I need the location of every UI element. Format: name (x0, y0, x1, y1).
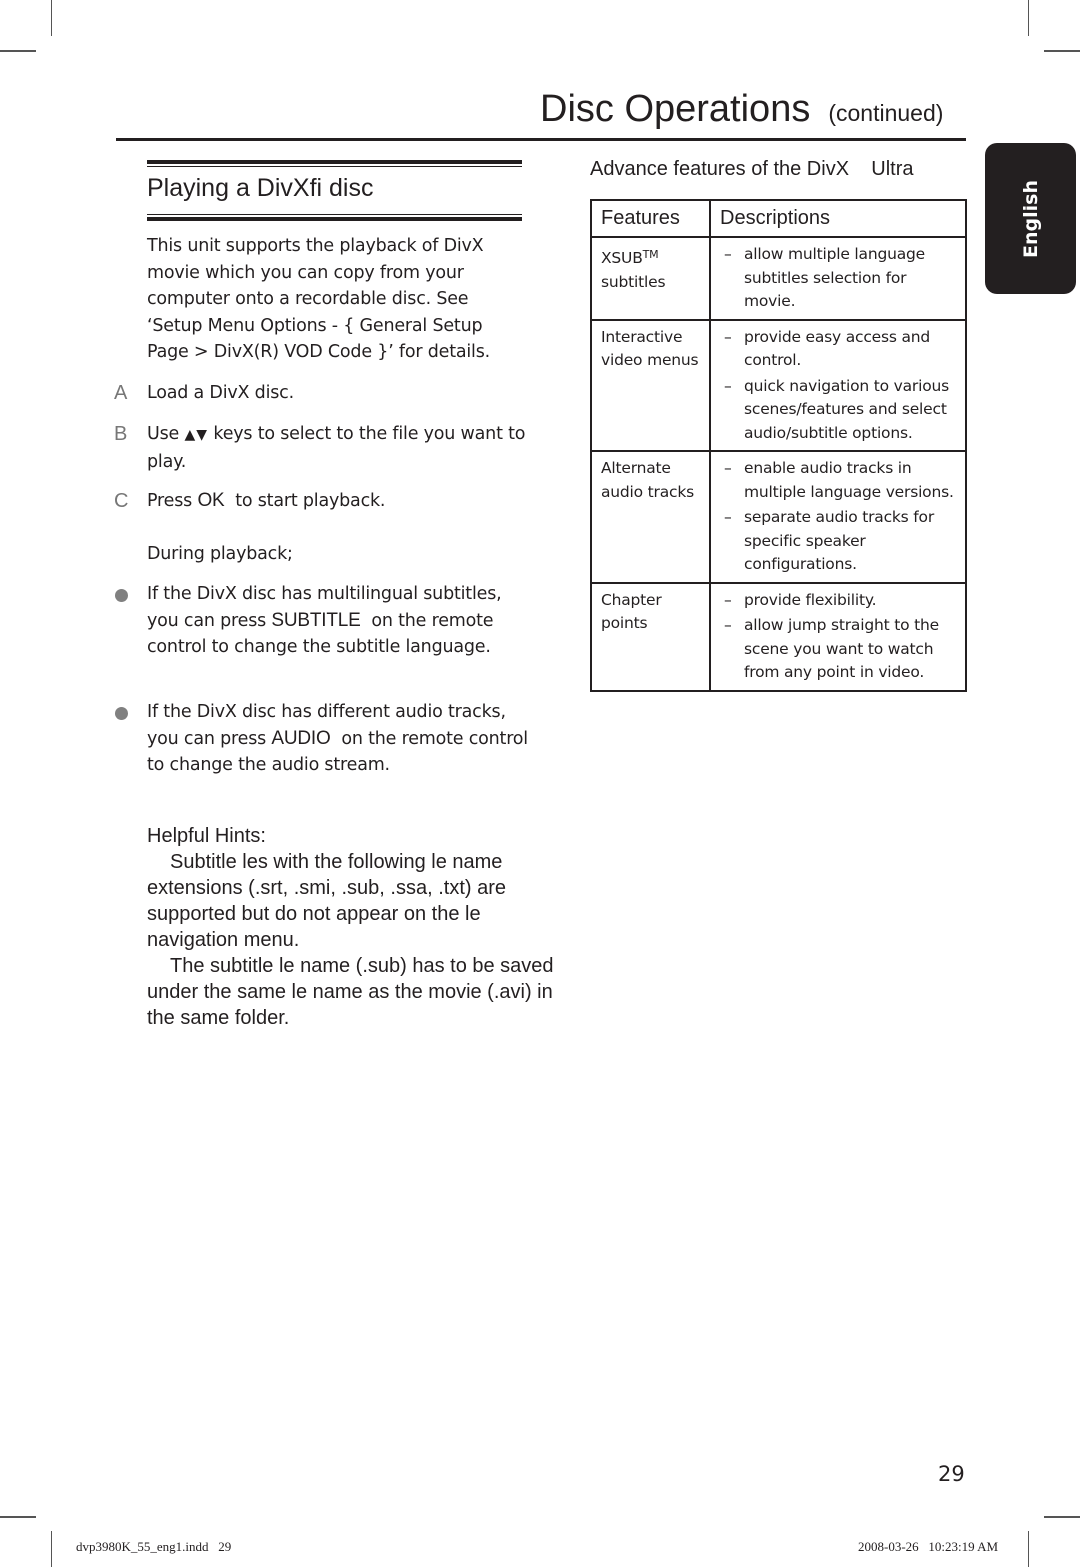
header-features: Features (590, 199, 711, 238)
table-row: Alternate audio tracks – enable audio tra… (590, 450, 967, 584)
step-marker: C (114, 490, 129, 512)
step-text: Load a DivX disc. (147, 383, 294, 403)
step-text: Use ▲▼ keys to select to the file you wa… (147, 421, 534, 475)
table-header-row: Features Descriptions (590, 199, 967, 238)
description-item: – separate audio tracks for specific spea… (720, 506, 961, 577)
step-c: C Press OK to start playback. (114, 488, 534, 515)
bullet-audio: If the DivX disc has different audio tra… (114, 699, 534, 779)
description-item: – allow jump straight to the scene you wa… (720, 614, 961, 685)
step-b: B Use ▲▼ keys to select to the file you … (114, 421, 534, 475)
description-cell: – provide flexibility. – allow jump straig… (709, 581, 967, 692)
step-text: Press OK to start playback. (147, 488, 534, 515)
hint-text: Subtitle les with the following le name … (147, 851, 506, 951)
dash-icon: – (724, 327, 732, 346)
description-item: – provide flexibility. (720, 589, 961, 613)
table-row: XSUBTM subtitles – allow multiple language… (590, 236, 967, 321)
hint-text: The subtitle le name (.sub) has to be sa… (147, 955, 554, 1029)
dash-icon: – (724, 616, 732, 634)
key-audio: AUDIO (271, 727, 331, 749)
description-cell: – enable audio tracks in multiple languag… (709, 450, 967, 584)
description-item: – provide easy access and control. (720, 326, 961, 373)
helpful-hints: Helpful Hints: Subtitle les with the fol… (147, 823, 557, 1031)
key-subtitle: SUBTITLE (271, 609, 361, 631)
description-text: separate audio tracks for specific speak… (744, 508, 934, 573)
description-item: – allow multiple language subtitles selec… (720, 243, 961, 314)
dash-icon: – (724, 459, 732, 477)
page-title-text: Disc Operations (540, 88, 811, 130)
feature-name-line2: subtitles (601, 272, 666, 291)
description-text: provide easy access and control. (744, 327, 931, 370)
step-text-post: to start playback. (235, 491, 386, 511)
description-text: quick navigation to various scenes/featu… (744, 376, 949, 442)
table-row: Chapter points – provide flexibility. – al… (590, 581, 967, 692)
bullet-subtitle: If the DivX disc has multilingual subtit… (114, 581, 534, 661)
page-number: 29 (938, 1462, 965, 1486)
features-table: Features Descriptions XSUBTM subtitles – a… (590, 199, 967, 692)
crop-mark (1028, 1531, 1029, 1567)
crop-mark (1028, 0, 1029, 36)
during-playback-label: During playback; (147, 544, 293, 564)
hint-item: Subtitle les with the following le name … (147, 849, 557, 953)
section-rule-top (147, 160, 522, 169)
dash-icon: – (724, 508, 732, 526)
description-cell: – allow multiple language subtitles selec… (709, 236, 967, 321)
footer-timestamp: 2008-03-26 10:23:19 AM (858, 1539, 999, 1554)
dash-icon: – (724, 376, 732, 395)
dash-icon: – (724, 590, 732, 609)
hints-title: Helpful Hints: (147, 825, 266, 847)
hint-item: The subtitle le name (.sub) has to be sa… (147, 953, 557, 1031)
section-rule-bottom (147, 212, 522, 221)
step-marker: B (114, 423, 128, 445)
trademark-sup: TM (642, 248, 659, 261)
crop-mark (51, 1531, 52, 1567)
feature-cell: XSUBTM subtitles (590, 236, 711, 321)
crop-mark (0, 50, 36, 52)
language-tab-label: English (1019, 179, 1042, 258)
description-text: enable audio tracks in multiple language… (744, 459, 954, 501)
description-item: – quick navigation to various scenes/feat… (720, 375, 961, 446)
description-cell: – provide easy access and control. – quick… (709, 318, 967, 452)
crop-mark (1044, 50, 1080, 52)
description-text: provide flexibility. (744, 590, 877, 609)
header-descriptions: Descriptions (709, 199, 967, 238)
footer-filename: dvp3980K_55_eng1.indd 29 (76, 1539, 232, 1554)
step-text-pre: Use (147, 424, 180, 444)
crop-mark (1044, 1516, 1080, 1518)
bullet-dot-icon (115, 589, 128, 602)
header-divider (116, 138, 966, 141)
section-title: Playing a DivXfi disc (147, 174, 374, 202)
up-down-arrows-icon: ▲▼ (184, 427, 209, 443)
page-title: Disc Operations (continued) (540, 88, 943, 131)
language-tab: English (985, 143, 1076, 294)
step-a: A Load a DivX disc. (114, 380, 534, 407)
feature-cell: Chapter points (590, 581, 711, 692)
description-item: – enable audio tracks in multiple languag… (720, 457, 961, 504)
step-text-pre: Press (147, 491, 193, 511)
feature-cell: Alternate audio tracks (590, 450, 711, 584)
bullet-text: If the DivX disc has multilingual subtit… (147, 581, 534, 661)
bullet-text: If the DivX disc has different audio tra… (147, 699, 534, 779)
description-text: allow multiple language subtitles select… (744, 245, 925, 310)
crop-mark (0, 1516, 36, 1518)
table-row: Interactive video menus – provide easy ac… (590, 318, 967, 452)
dash-icon: – (724, 245, 732, 263)
step-marker: A (114, 382, 128, 404)
bullet-dot-icon (115, 707, 128, 720)
advance-features-title: Advance features of the DivX Ultra (590, 158, 914, 180)
feature-cell: Interactive video menus (590, 318, 711, 452)
crop-mark (51, 0, 52, 36)
intro-paragraph: This unit supports the playback of DivX … (147, 236, 491, 362)
description-text: allow jump straight to the scene you wan… (744, 616, 939, 681)
feature-name: XSUB (601, 249, 643, 267)
key-ok: OK (197, 490, 225, 511)
page-title-continued: (continued) (828, 100, 944, 126)
